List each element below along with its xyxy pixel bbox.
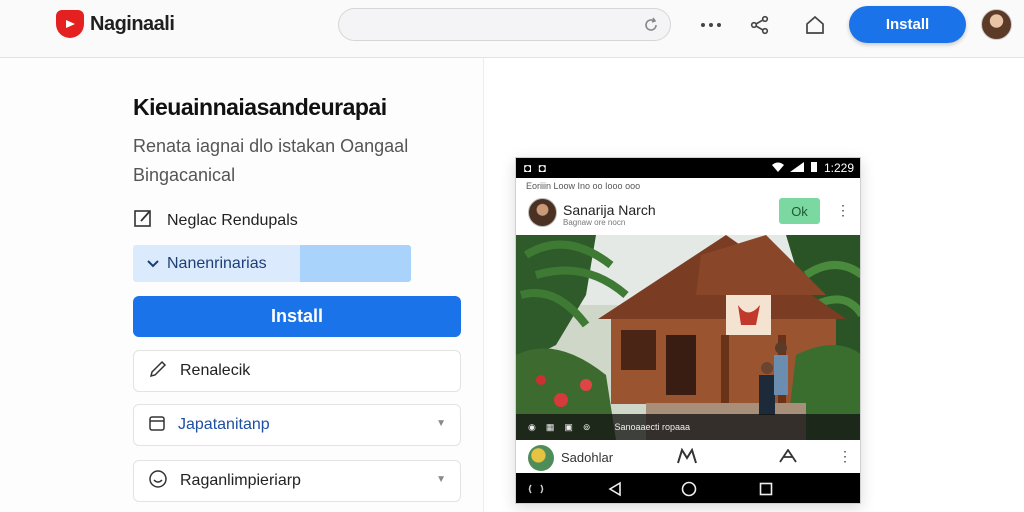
battery-icon	[810, 161, 818, 175]
commenter-name[interactable]: Sadohlar	[561, 450, 613, 465]
eye-icon[interactable]: ◉	[528, 422, 536, 433]
overview-icon[interactable]	[759, 482, 773, 501]
post-header: Sanarija Narch Bagnaw ore nocn Ok ⋮	[516, 194, 860, 235]
select-accent	[300, 245, 411, 282]
option-label: Renalecik	[180, 362, 251, 379]
logo-mark-icon[interactable]	[677, 447, 697, 469]
app-details-panel: Kieuainnaiasandeurapai Renata iagnai dlo…	[0, 58, 484, 512]
more-vertical-icon[interactable]: ⋮	[838, 448, 852, 465]
share-icon[interactable]	[748, 13, 772, 37]
home-icon[interactable]	[803, 13, 827, 37]
commenter-avatar[interactable]	[528, 445, 554, 471]
phone-preview: ◘ ◘ 1:229 Eoriiin Loow Ino oo Iooo ooo S…	[515, 157, 861, 504]
install-button[interactable]: Install	[133, 296, 461, 337]
arrow-up-icon[interactable]	[779, 448, 797, 468]
phone-nav-bar	[516, 473, 860, 503]
edit-icon	[133, 208, 153, 233]
more-vertical-icon[interactable]: ⋮	[836, 202, 850, 219]
caret-down-icon: ▼	[436, 418, 446, 429]
status-left-icons: ◘ ◘	[524, 161, 548, 175]
notification-line: Eoriiin Loow Ino oo Iooo ooo	[526, 181, 641, 191]
option-item[interactable]: Raganlimpieriarp ▼	[133, 460, 461, 502]
user-avatar[interactable]	[981, 9, 1012, 40]
status-time: 1:229	[823, 161, 854, 175]
post-author-name[interactable]: Sanarija Narch	[563, 202, 656, 218]
post-photo[interactable]	[516, 235, 860, 440]
select-label: Nanenrinarias	[167, 254, 267, 272]
page-title: Kieuainnaiasandeurapai	[133, 94, 387, 120]
post-author-sub: Bagnaw ore nocn	[563, 218, 626, 227]
logo[interactable]: Naginaali	[56, 10, 175, 38]
box-icon	[148, 414, 166, 437]
install-button-header[interactable]: Install	[849, 6, 966, 43]
option-label: Raganlimpieriarp	[180, 472, 301, 489]
home-circle-icon[interactable]	[681, 481, 697, 502]
search-input[interactable]	[338, 8, 671, 41]
page-subtitle: Renata iagnai dlo istakan Oangaal Bingac…	[133, 136, 409, 185]
recent-apps-icon[interactable]	[528, 482, 544, 500]
option-item[interactable]: Japatanitanp ▼	[133, 404, 461, 446]
option-label: Japatanitanp	[178, 416, 270, 433]
signal-icon	[789, 161, 804, 175]
top-bar: Naginaali Install	[0, 0, 1024, 58]
photo-caption: Sanoaaecti ropaaa	[614, 422, 690, 432]
more-options-icon[interactable]	[699, 13, 723, 37]
chevron-down-icon	[147, 255, 159, 273]
brand-name: Naginaali	[90, 12, 175, 35]
reload-icon[interactable]	[642, 16, 660, 39]
chat-icon[interactable]: ▣	[564, 422, 573, 433]
photo-action-bar: ◉ ▦ ▣ ⊚ Sanoaaecti ropaaa	[516, 414, 860, 440]
pencil-icon	[148, 359, 168, 384]
phone-status-bar: ◘ ◘ 1:229	[516, 158, 860, 178]
post-author-avatar[interactable]	[528, 198, 557, 227]
brand-logo-icon	[56, 10, 84, 38]
back-icon[interactable]	[608, 481, 622, 502]
smiley-icon	[148, 469, 168, 494]
comment-row: Sadohlar ⋮	[516, 442, 860, 472]
edit-row[interactable]: Neglac Rendupals	[133, 208, 298, 233]
option-item[interactable]: Renalecik	[133, 350, 461, 392]
link-icon[interactable]: ⊚	[583, 422, 591, 433]
grid-icon[interactable]: ▦	[546, 422, 555, 433]
edit-label: Neglac Rendupals	[167, 211, 298, 229]
category-select[interactable]: Nanenrinarias	[133, 245, 411, 282]
ok-button[interactable]: Ok	[779, 198, 820, 224]
wifi-icon	[771, 161, 784, 175]
caret-down-icon: ▼	[436, 474, 446, 485]
